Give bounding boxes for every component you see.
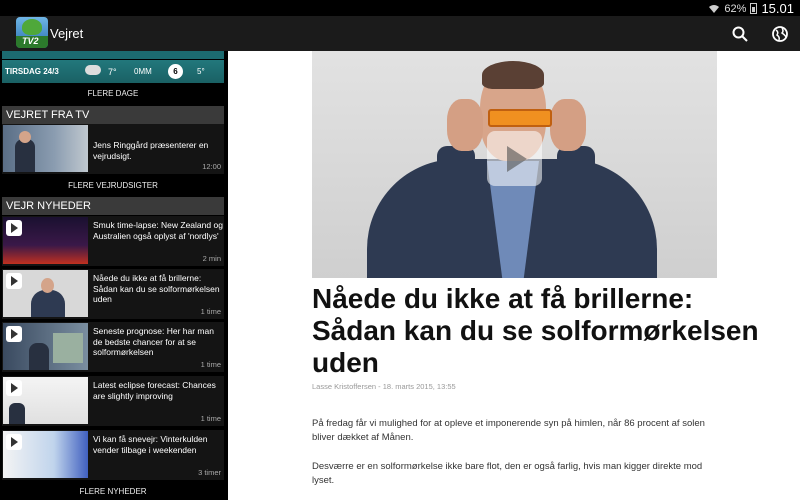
globe-icon[interactable]	[771, 25, 789, 43]
news-item-title: Latest eclipse forecast: Chances are sli…	[93, 380, 216, 401]
news-item-title: Nåede du ikke at få brillerne: Sådan kan…	[93, 273, 220, 304]
weather-rain: 0MM	[134, 67, 152, 76]
tv-item[interactable]: Jens Ringgård præsenterer en vejrudsigt.…	[2, 124, 224, 174]
article-pane: Nåede du ikke at få brillerne: Sådan kan…	[228, 51, 800, 500]
battery-icon	[750, 3, 758, 14]
news-item[interactable]: Nåede du ikke at få brillerne: Sådan kan…	[2, 269, 224, 319]
news-thumbnail	[3, 377, 88, 424]
weather-day: TIRSDAG 24/3	[5, 67, 59, 76]
app-title: Vejret	[50, 26, 84, 41]
news-thumbnail	[3, 323, 88, 370]
play-icon	[6, 434, 22, 450]
more-forecasts-link[interactable]: FLERE VEJRUDSIGTER	[2, 181, 224, 190]
weather-row-partial	[2, 51, 224, 59]
news-item-time: 2 min	[202, 254, 221, 263]
sidebar: TIRSDAG 24/3 7° 0MM 6 5° FLERE DAGE VEJR…	[0, 51, 228, 500]
news-thumbnail	[3, 270, 88, 317]
news-item-time: 1 time	[200, 307, 221, 316]
status-bar: 62% 15.01	[0, 0, 800, 16]
eclipse-glasses	[488, 109, 552, 127]
status-right: 62% 15.01	[708, 1, 794, 16]
article-byline: Lasse Kristoffersen - 18. marts 2015, 13…	[312, 382, 456, 391]
play-icon[interactable]	[487, 131, 542, 186]
play-icon	[6, 220, 22, 236]
logo-text: TV2	[22, 36, 39, 46]
search-icon[interactable]	[731, 25, 749, 43]
wind-badge: 6	[168, 64, 183, 79]
clock: 15.01	[761, 1, 794, 16]
wifi-icon	[709, 4, 720, 13]
news-item-time: 1 time	[200, 360, 221, 369]
news-item[interactable]: Vi kan få snevejr: Vinterkulden vender t…	[2, 430, 224, 480]
news-item-title: Seneste prognose: Her har man de bedste …	[93, 326, 214, 357]
tv-item-title: Jens Ringgård præsenterer en vejrudsigt.	[93, 140, 209, 161]
article-paragraph: Desværre er en solformørkelse ikke bare …	[312, 461, 703, 486]
news-item-time: 3 timer	[198, 468, 221, 477]
article-title: Nåede du ikke at få brillerne: Sådan kan…	[312, 283, 759, 378]
cloud-icon	[85, 65, 101, 75]
person-hand	[550, 99, 586, 151]
news-item[interactable]: Seneste prognose: Her har man de bedste …	[2, 322, 224, 372]
news-item-title: Vi kan få snevejr: Vinterkulden vender t…	[93, 434, 208, 455]
news-item-title: Smuk time-lapse: New Zealand og Australi…	[93, 220, 223, 241]
news-item[interactable]: Latest eclipse forecast: Chances are sli…	[2, 376, 224, 426]
article-video[interactable]	[312, 51, 717, 278]
news-thumbnail	[3, 431, 88, 478]
person-hair	[482, 61, 544, 89]
news-section-header: VEJR NYHEDER	[2, 197, 224, 215]
play-icon	[6, 326, 22, 342]
wind-temp: 5°	[197, 67, 205, 76]
battery-percent: 62%	[724, 2, 747, 15]
news-item-time: 1 time	[200, 414, 221, 423]
app-logo[interactable]: TV2	[16, 17, 48, 48]
more-days-link[interactable]: FLERE DAGE	[2, 89, 224, 98]
video-thumbnail	[3, 125, 88, 172]
person-arm	[557, 146, 595, 216]
logo-tree	[22, 19, 42, 35]
tv-item-time: 12:00	[202, 162, 221, 171]
play-icon	[6, 380, 22, 396]
weather-temp: 7°	[108, 66, 117, 77]
tv-section-header: VEJRET FRA TV	[2, 106, 224, 124]
news-thumbnail	[3, 217, 88, 264]
play-icon	[6, 273, 22, 289]
news-item[interactable]: Smuk time-lapse: New Zealand og Australi…	[2, 216, 224, 266]
weather-forecast-row[interactable]: TIRSDAG 24/3 7° 0MM 6 5°	[2, 60, 224, 83]
article-paragraph: På fredag får vi mulighed for at opleve …	[312, 418, 705, 443]
person-arm	[437, 146, 475, 216]
person-hand	[447, 99, 483, 151]
app-bar: TV2 Vejret	[0, 16, 800, 51]
more-news-link[interactable]: FLERE NYHEDER	[2, 487, 224, 496]
